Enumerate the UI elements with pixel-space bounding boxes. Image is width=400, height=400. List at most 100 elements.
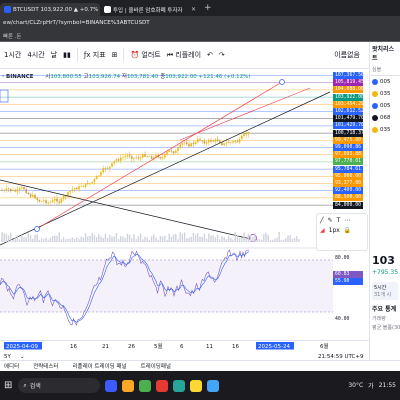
app-icon[interactable]: [156, 379, 169, 392]
alert-button[interactable]: ⏰ 얼러트: [130, 50, 160, 60]
watchlist-row[interactable]: 005: [370, 100, 400, 112]
address-bar[interactable]: ew/chart/CLZrpHrT/?symbol=BINANCE%3ABTCU…: [0, 16, 400, 30]
undo-icon[interactable]: ↶: [207, 51, 213, 59]
candle-body: [179, 144, 181, 149]
new-tab-icon[interactable]: +: [204, 3, 212, 13]
candle-type-icon[interactable]: ▮▮: [63, 51, 71, 59]
app-icon[interactable]: [207, 379, 220, 392]
candle-body: [223, 143, 225, 146]
chart-canvas[interactable]: [0, 70, 333, 340]
candle-body: [241, 135, 243, 140]
app-icon[interactable]: [105, 379, 118, 392]
candle-body: [93, 179, 96, 182]
candle-body: [225, 142, 228, 144]
volume-bar: [5, 233, 8, 242]
candle-body: [172, 151, 175, 154]
volume-bar: [234, 232, 236, 242]
weather-temp[interactable]: 30°C: [348, 382, 363, 389]
chart-pane[interactable]: · BINANCE 시103,800.55 고103,926.74 저103,7…: [0, 70, 333, 340]
oscillator-label: 40.00: [335, 317, 350, 322]
price-axis[interactable]: 107,367.56 105,819.45 104,088.00 103,922.00…: [333, 70, 369, 340]
windows-start-icon[interactable]: ⊞: [4, 380, 12, 391]
browser-tab-title: 투입 | 올바른 암호화폐 투자자: [113, 7, 183, 14]
toolbar-divider: [76, 48, 78, 62]
panel-tab[interactable]: 에디터: [4, 362, 19, 370]
browser-tab-strip: BTCUSDT 103,922.00 ▲ +0.7% ✕ 투입 | 올바른 암호…: [0, 0, 400, 16]
watchlist-row[interactable]: 035: [370, 88, 400, 100]
redo-icon[interactable]: ↷: [219, 51, 225, 59]
text-tool-icon[interactable]: T: [337, 217, 341, 224]
volume-bar: [282, 239, 285, 242]
panel-tab[interactable]: 트레이딩패널: [141, 362, 171, 370]
candle-body: [27, 192, 30, 195]
volume-bar: [21, 234, 23, 242]
bookmark-item[interactable]: 빠른 .돈: [3, 32, 21, 40]
volume-bar: [54, 235, 56, 242]
watchlist-title[interactable]: 왓치리스트: [370, 42, 400, 64]
indicators-button[interactable]: ƒx 지표: [84, 50, 106, 60]
volume-bar: [150, 236, 153, 242]
url-text[interactable]: ew/chart/CLZrpHrT/?symbol=BINANCE%3ABTCU…: [3, 20, 150, 26]
price-label: 103,454.29: [333, 100, 364, 108]
volume-bar: [214, 237, 217, 242]
time-range-start: 2025-04-09: [6, 344, 38, 350]
candle-body: [1, 190, 3, 191]
browser-tab-active[interactable]: BTCUSDT 103,922.00 ▲ +0.7% ✕: [0, 3, 100, 16]
volume-bar: [84, 233, 87, 242]
brush-tool-icon[interactable]: ✎: [328, 217, 333, 224]
candle-body: [181, 143, 184, 145]
candle-body: [230, 142, 232, 144]
more-tools-icon[interactable]: ⋯: [344, 217, 350, 224]
color-picker-icon[interactable]: ◢: [320, 227, 325, 234]
candle-body: [76, 188, 78, 190]
time-axis[interactable]: 2025-04-09 16 21 26 5월 6 11 16 2025-05-24 6월5Y ⌄ 21…: [0, 341, 369, 361]
chrome-icon[interactable]: [139, 379, 152, 392]
volume-bar: [51, 236, 54, 242]
line-tool-icon[interactable]: ╱: [320, 217, 324, 224]
volume-bar: [133, 234, 135, 242]
lock-icon[interactable]: 🔒: [344, 227, 351, 234]
trendline-anchor-handle: [34, 226, 40, 232]
candle-body: [106, 168, 109, 170]
session-text: 31개 시: [374, 292, 392, 298]
volume-bar: [216, 234, 219, 242]
candle-body: [188, 144, 190, 147]
volume-bar: [289, 235, 291, 242]
candle-body: [98, 175, 100, 177]
volume-bar: [249, 234, 252, 242]
price-label: 107,367.56: [333, 72, 364, 79]
replay-button[interactable]: ⏮ 리플레이: [167, 50, 201, 60]
panel-tab[interactable]: 전략테스터: [33, 362, 58, 370]
candle-body: [7, 188, 10, 190]
layout-name-button[interactable]: 이름없음: [334, 50, 360, 60]
time-axis-bar: 2025-04-09 16 21 26 5월 6 11 16 2025-05-24 6월 5Y ⌄ 21…: [0, 340, 369, 360]
folder-icon[interactable]: [122, 379, 135, 392]
kakao-icon[interactable]: [190, 379, 203, 392]
taskbar-search[interactable]: ⌕ 검색: [18, 378, 101, 393]
candle-body: [131, 156, 133, 159]
interval-4h-button[interactable]: 4시간: [27, 50, 44, 60]
watchlist-row[interactable]: 005: [370, 76, 400, 88]
browser-tab[interactable]: 투입 | 올바른 암호화폐 투자자 ✕: [100, 3, 200, 16]
price-label: 97,693.88: [333, 151, 363, 159]
volume-bar: [203, 233, 206, 242]
candle-body: [36, 198, 38, 200]
volume-bar: [190, 236, 192, 242]
interval-day-button[interactable]: 날: [51, 50, 57, 60]
interval-1h-button[interactable]: 1시간: [4, 50, 21, 60]
panel-tab[interactable]: 리플레이 트레이딩 패널: [73, 362, 127, 370]
layout-icon[interactable]: ⊞: [112, 51, 118, 59]
price-change: +795.35: [372, 269, 399, 276]
watchlist-row[interactable]: 035: [370, 124, 400, 136]
bookmarks-bar: 빠른 .돈: [0, 30, 400, 42]
app-icon[interactable]: [173, 379, 186, 392]
volume-bar: [49, 237, 52, 242]
time-tick: 16: [70, 344, 77, 350]
width-badge[interactable]: 1px: [329, 227, 340, 234]
taskbar-clock[interactable]: 21:55: [379, 382, 396, 389]
candle-body: [117, 159, 120, 161]
ime-indicator[interactable]: 가: [368, 381, 374, 390]
watchlist-row[interactable]: 068: [370, 112, 400, 124]
volume-bar: [148, 239, 151, 242]
tab-close-icon[interactable]: ✕: [191, 6, 196, 13]
